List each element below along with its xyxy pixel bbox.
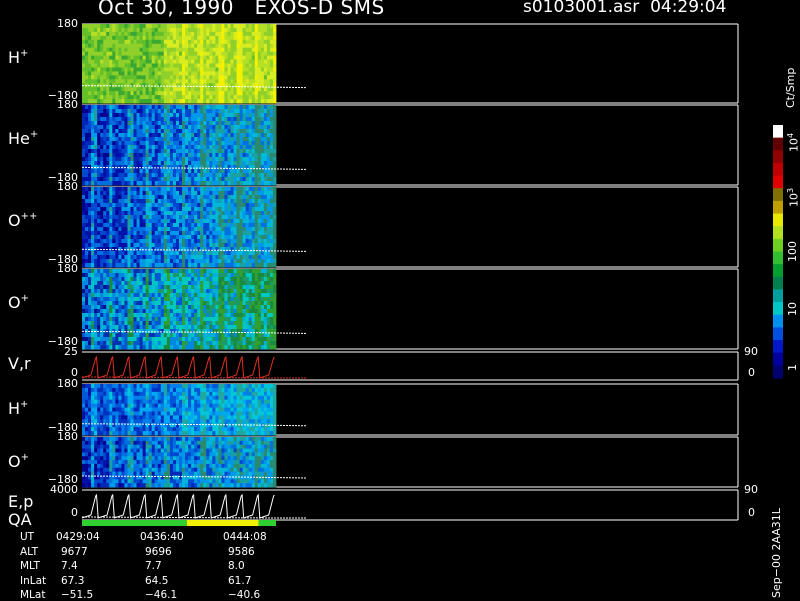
tick-top-o_plusplus: 180	[38, 180, 78, 193]
colorbar-tick-2: 100	[786, 241, 799, 262]
colorbar-tick-3: 103	[786, 187, 800, 206]
panel-label-o_plusplus: O++	[8, 211, 37, 230]
panel-label-he_plus: He+	[8, 129, 38, 148]
tick-top-h_plus_2: 180	[38, 377, 78, 390]
ephemeris-value-ut-0: 0429:04	[56, 531, 100, 543]
plot-file-info: s0103001.asr 04:29:04	[523, 0, 726, 17]
spectrogram-he_plus	[82, 105, 306, 185]
ephemeris-value-mlt-1: 7.7	[145, 560, 162, 572]
tick-top-he_plus: 180	[38, 98, 78, 111]
panel-label-ep: E,p	[8, 492, 33, 511]
tick-top-o_plus: 180	[38, 262, 78, 275]
line-plot-ep	[82, 495, 306, 518]
ephemeris-value-alt-2: 9586	[228, 546, 255, 558]
plot-time: 04:29:04	[650, 0, 726, 17]
spectrogram-o_plusplus	[82, 187, 306, 267]
right-tick-bottom-ep: 0	[748, 506, 755, 519]
qa-segment-2	[259, 520, 276, 526]
plot-filename: s0103001.asr	[523, 0, 639, 17]
tick-top-h_plus: 180	[38, 17, 78, 30]
colorbar-tick-0: 1	[786, 364, 799, 371]
tick-bottom-ep: 0	[38, 506, 78, 519]
ephemeris-value-mlat-2: −40.6	[228, 589, 260, 601]
ephemeris-name-alt: ALT	[20, 546, 38, 558]
ephemeris-value-ut-1: 0436:40	[140, 531, 184, 543]
spectrogram-o_plus_2	[82, 437, 306, 487]
right-tick-bottom-vr: 0	[748, 366, 755, 379]
ephemeris-value-mlt-0: 7.4	[61, 560, 78, 572]
plot-instrument: EXOS-D SMS	[255, 0, 385, 19]
ephemeris-value-mlt-2: 8.0	[228, 560, 245, 572]
colorbar-unit: Ct/Smp	[784, 68, 797, 108]
qa-segment-1	[187, 520, 259, 526]
ephemeris-name-ut: UT	[20, 531, 34, 543]
colorbar-tick-4: 104	[786, 132, 800, 151]
panel-label-h_plus: H+	[8, 48, 28, 67]
ephemeris-name-mlt: MLT	[20, 560, 40, 572]
tick-top-ep: 4000	[38, 483, 78, 496]
right-tick-top-vr: 90	[744, 345, 758, 358]
panel-label-h_plus_2: H+	[8, 399, 28, 418]
spectrogram-h_plus_2	[82, 384, 306, 435]
tick-top-vr: 25	[38, 345, 78, 358]
qa-segment-0	[82, 520, 187, 526]
panel-label-o_plus_2: O+	[8, 452, 29, 471]
ephemeris-value-mlat-1: −46.1	[145, 589, 177, 601]
tick-top-o_plus_2: 180	[38, 430, 78, 443]
right-tick-top-ep: 90	[744, 483, 758, 496]
plot-title: Oct 30, 1990 EXOS-D SMS	[98, 0, 385, 19]
ephemeris-name-mlat: MLat	[20, 589, 45, 601]
ephemeris-value-mlat-0: −51.5	[61, 589, 93, 601]
plot-date: Oct 30, 1990	[98, 0, 234, 19]
panel-label-vr: V,r	[8, 354, 31, 373]
colorbar	[773, 125, 783, 379]
line-plot-vr	[82, 357, 306, 378]
chart-canvas	[0, 0, 800, 600]
spectrogram-h_plus	[82, 24, 306, 103]
qa-label: QA	[8, 510, 32, 529]
ephemeris-value-alt-1: 9696	[145, 546, 172, 558]
ephemeris-name-inlat: InLat	[20, 575, 46, 587]
ephemeris-value-ut-2: 0444:08	[223, 531, 267, 543]
ephemeris-value-inlat-0: 67.3	[61, 575, 84, 587]
colorbar-tick-1: 10	[786, 302, 799, 316]
ephemeris-value-alt-0: 9677	[61, 546, 88, 558]
panel-label-o_plus: O+	[8, 293, 29, 312]
spectrogram-o_plus	[82, 269, 306, 349]
ephemeris-value-inlat-1: 64.5	[145, 575, 168, 587]
ephemeris-value-inlat-2: 61.7	[228, 575, 251, 587]
version-label: Sep−00 2AA31L	[770, 508, 783, 598]
